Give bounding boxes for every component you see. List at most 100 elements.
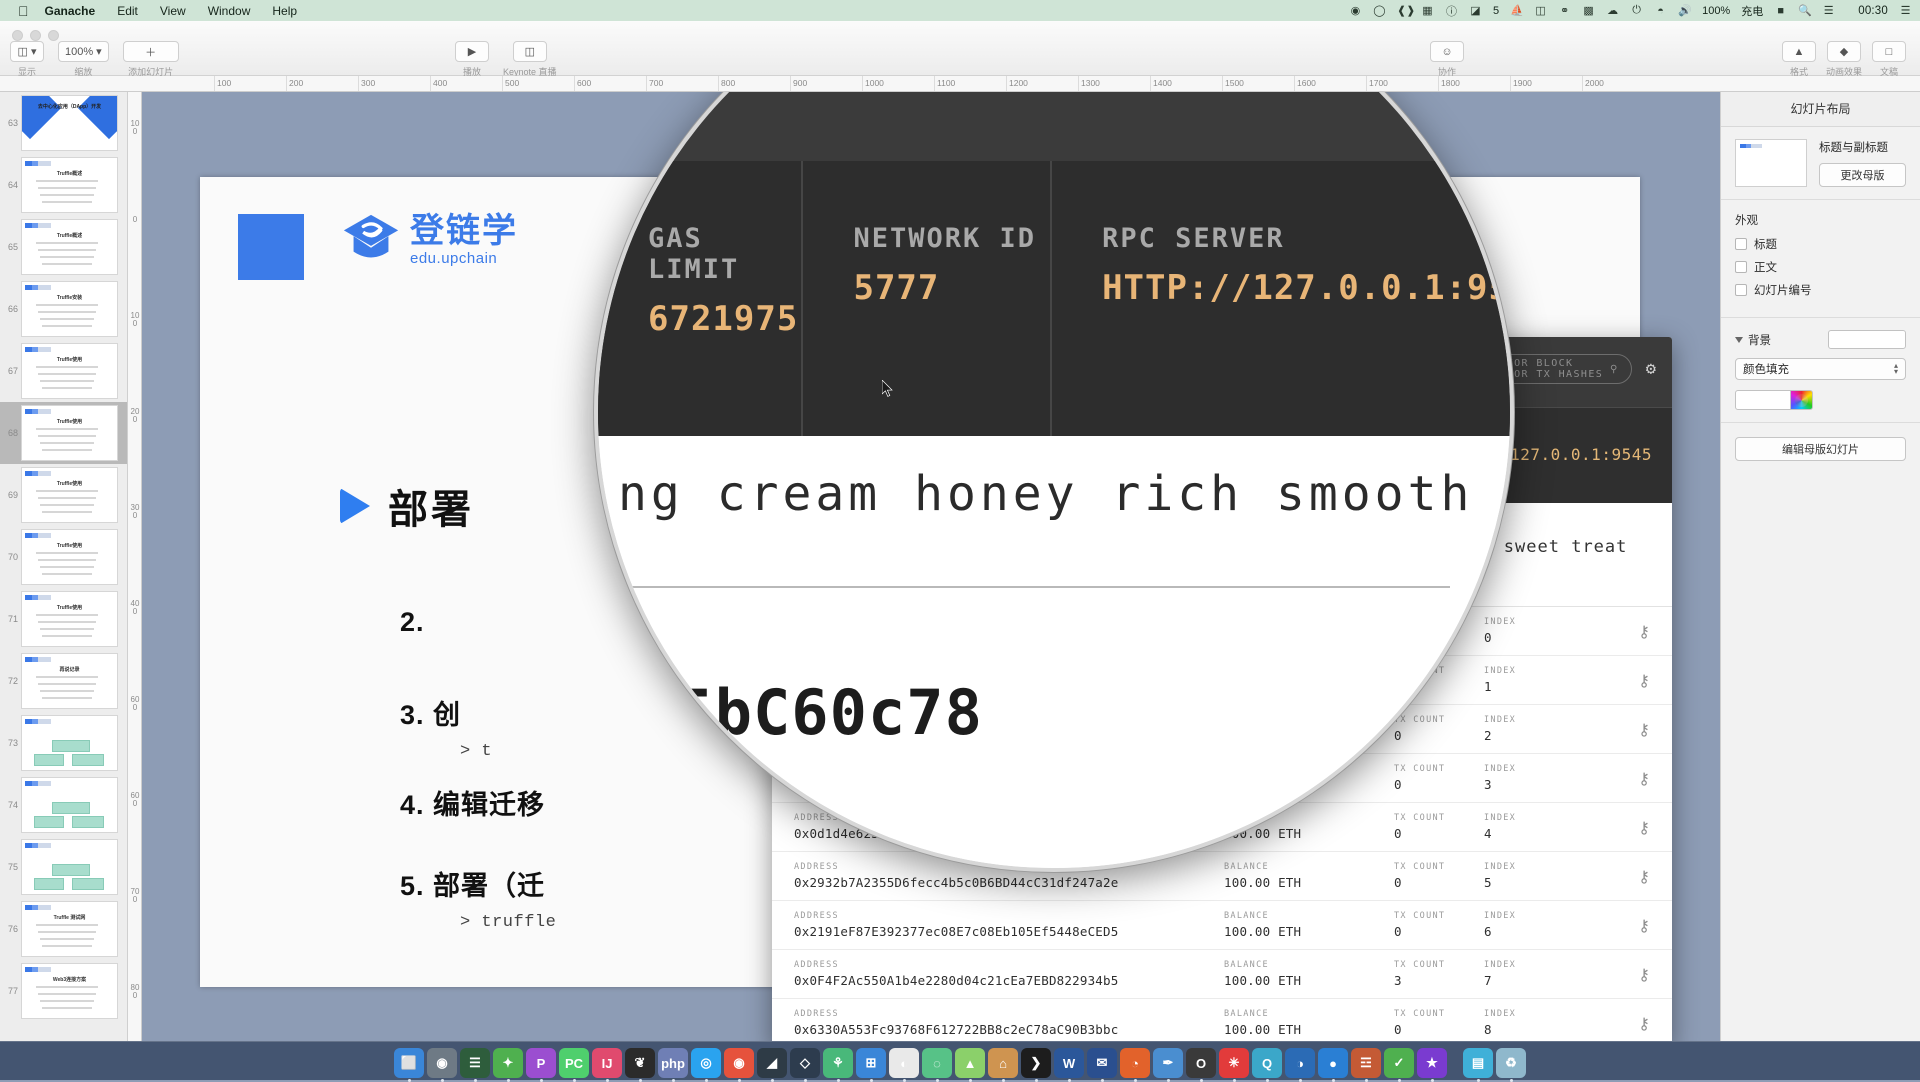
navigator-slide-thumbnail[interactable] — [21, 715, 118, 771]
tab-document[interactable]: □ 文稿 — [1872, 41, 1906, 78]
dock-sourcetree-icon[interactable]: ⚘ — [823, 1048, 853, 1078]
chat-bubble-icon[interactable]: ◯ — [1373, 4, 1386, 17]
checkbox-box[interactable] — [1735, 261, 1747, 273]
navigator-slide-item[interactable]: 74 — [0, 774, 127, 836]
navigator-slide-thumbnail[interactable]: Truffle使用 — [21, 405, 118, 461]
navigator-slide-thumbnail[interactable]: Truffle使用 — [21, 467, 118, 523]
checkbox-slide-number[interactable]: 幻灯片编号 — [1735, 282, 1906, 298]
view-control[interactable]: ◫▾ 显示 — [10, 41, 44, 78]
menu-clock[interactable]: 00:30 — [1858, 5, 1888, 17]
dock-book2-icon[interactable]: ☲ — [1351, 1048, 1381, 1078]
checkbox-box[interactable] — [1735, 238, 1747, 250]
bar-chart-icon[interactable]: ▩ — [1582, 4, 1595, 17]
ganache-account-row[interactable]: ADDRESS0x0F4F2Ac550A1b4e2280d04c21cEa7EB… — [772, 950, 1672, 999]
dock-qq-browser-icon[interactable]: ◑ — [1285, 1048, 1315, 1078]
navigator-slide-thumbnail[interactable] — [21, 839, 118, 895]
dock-sketch-icon[interactable]: ◇ — [790, 1048, 820, 1078]
dock-intellij-icon[interactable]: IJ — [592, 1048, 622, 1078]
search-icon[interactable]: 🔍 — [1798, 4, 1811, 17]
dock-keynote-icon[interactable]: ⊞ — [856, 1048, 886, 1078]
zoom-control[interactable]: 100%▾ 缩放 — [58, 41, 109, 78]
dock-star-icon[interactable]: ★ — [1417, 1048, 1447, 1078]
menu-item-edit[interactable]: Edit — [117, 4, 138, 18]
slide-canvas[interactable]: 登链学 edu.upchain 部署 2. 3. 创 > t — [142, 92, 1720, 1041]
navigator-slide-item[interactable]: 63去中心化应用（DApp）开发 — [0, 92, 127, 154]
dock-vim-icon[interactable]: ✓ — [1384, 1048, 1414, 1078]
color-wheel-icon[interactable] — [1791, 390, 1813, 410]
color-swatch[interactable] — [1735, 390, 1791, 410]
background-preview-swatch[interactable] — [1828, 330, 1906, 349]
navigator-slide-item[interactable]: 71Truffle使用 — [0, 588, 127, 650]
navigator-slide-item[interactable]: 68Truffle使用 — [0, 402, 127, 464]
key-icon[interactable]: ⚷ — [1564, 818, 1650, 837]
dock-qt-icon[interactable]: Q — [1252, 1048, 1282, 1078]
dock-homebrew-icon[interactable]: ⌂ — [988, 1048, 1018, 1078]
checkbox-title[interactable]: 标题 — [1735, 236, 1906, 252]
key-icon[interactable]: ⚷ — [1564, 965, 1650, 984]
tab-animate[interactable]: ◆ 动画效果 — [1826, 41, 1862, 78]
checkbox-body[interactable]: 正文 — [1735, 259, 1906, 275]
inspector-panel[interactable]: 幻灯片布局 标题与副标题 更改母版 外观 标题 正文 幻灯片编号 — [1720, 92, 1920, 1041]
background-disclosure[interactable]: 背景 — [1735, 332, 1771, 348]
key-icon[interactable]: ⚷ — [1564, 1014, 1650, 1033]
ganache-account-row[interactable]: ADDRESS0x2191eF87E392377ec08E7c08Eb105Ef… — [772, 901, 1672, 950]
dock-sublime-icon[interactable]: ◢ — [757, 1048, 787, 1078]
dock-downloads-folder-icon[interactable]: ▤ — [1463, 1048, 1493, 1078]
change-master-button[interactable]: 更改母版 — [1819, 163, 1906, 187]
key-icon[interactable]: ⚷ — [1564, 622, 1650, 641]
dock-chrome-icon[interactable]: ◉ — [724, 1048, 754, 1078]
navigator-slide-thumbnail[interactable]: Web3连接方案 — [21, 963, 118, 1019]
edit-master-button[interactable]: 编辑母版幻灯片 — [1735, 437, 1906, 461]
navigator-slide-item[interactable]: 73 — [0, 712, 127, 774]
dock-firefox-icon[interactable]: ◔ — [1120, 1048, 1150, 1078]
control-center-icon[interactable]: ☰ — [1822, 4, 1835, 17]
dock-mail-icon[interactable]: ✒ — [1153, 1048, 1183, 1078]
menu-item-window[interactable]: Window — [208, 4, 251, 18]
navigator-slide-item[interactable]: 72再说记录 — [0, 650, 127, 712]
navigator-slide-thumbnail[interactable] — [21, 777, 118, 833]
navigator-slide-item[interactable]: 77Web3连接方案 — [0, 960, 127, 1022]
dock-outlook-icon[interactable]: ✉ — [1087, 1048, 1117, 1078]
navigator-slide-item[interactable]: 67Truffle使用 — [0, 340, 127, 402]
navigator-slide-thumbnail[interactable]: Truffle 测试网 — [21, 901, 118, 957]
navigator-slide-thumbnail[interactable]: Truffle使用 — [21, 529, 118, 585]
cloud-icon[interactable]: ☁ — [1606, 4, 1619, 17]
dock-phpweb-icon[interactable]: php — [658, 1048, 688, 1078]
dock-evernote-icon[interactable]: ✦ — [493, 1048, 523, 1078]
menu-item-help[interactable]: Help — [272, 4, 297, 18]
window-traffic-lights[interactable] — [12, 30, 59, 41]
record-icon[interactable]: ◉ — [1349, 4, 1362, 17]
collaborate-control[interactable]: ☺ 协作 — [1430, 41, 1464, 78]
stack-icon[interactable]: ◫ — [1534, 4, 1547, 17]
menu-item-ganache[interactable]: Ganache — [45, 4, 96, 18]
clock-circle-icon[interactable]: ⓘ — [1445, 3, 1458, 19]
navigator-slide-item[interactable]: 75 — [0, 836, 127, 898]
add-slide-control[interactable]: ＋ 添加幻灯片 — [123, 41, 179, 78]
stepper-icon[interactable]: ▴▾ — [1894, 363, 1898, 375]
key-icon[interactable]: ⚷ — [1564, 916, 1650, 935]
navigator-slide-thumbnail[interactable]: Truffle概述 — [21, 157, 118, 213]
master-thumbnail[interactable] — [1735, 139, 1807, 187]
dock-launchpad-icon[interactable]: ◉ — [427, 1048, 457, 1078]
dock-trash-icon[interactable]: ♻ — [1496, 1048, 1526, 1078]
navigator-slide-item[interactable]: 66Truffle安装 — [0, 278, 127, 340]
dock-teeth-icon[interactable]: ◐ — [889, 1048, 919, 1078]
input-source-icon[interactable]: ▦ — [1421, 4, 1434, 17]
tab-format[interactable]: ▲ 格式 — [1782, 41, 1816, 78]
fill-type-select[interactable]: 颜色填充 ▴▾ — [1735, 358, 1906, 380]
navigator-slide-thumbnail[interactable]: Truffle概述 — [21, 219, 118, 275]
battery-icon[interactable]: ■ — [1774, 5, 1787, 17]
navigator-slide-thumbnail[interactable]: Truffle安装 — [21, 281, 118, 337]
dock-finder-icon[interactable]: ⬜ — [394, 1048, 424, 1078]
dock[interactable]: ⬜◉☰✦PPCIJ❦php◎◉◢◇⚘⊞◐◌▲⌂❯W✉◔✒O✳Q◑●☲✓★▤♻ — [0, 1041, 1920, 1080]
slide-navigator[interactable]: 63去中心化应用（DApp）开发64Truffle概述65Truffle概述66… — [0, 92, 128, 1041]
navigator-slide-item[interactable]: 64Truffle概述 — [0, 154, 127, 216]
boat-icon[interactable]: ⛵ — [1510, 4, 1523, 17]
dock-ganache-icon[interactable]: ◌ — [922, 1048, 952, 1078]
navigator-slide-item[interactable]: 69Truffle使用 — [0, 464, 127, 526]
dock-preview-icon[interactable]: ▲ — [955, 1048, 985, 1078]
navigator-slide-thumbnail[interactable]: Truffle使用 — [21, 591, 118, 647]
navigator-slide-thumbnail[interactable]: Truffle使用 — [21, 343, 118, 399]
checkbox-box[interactable] — [1735, 284, 1747, 296]
close-button[interactable] — [12, 30, 23, 41]
